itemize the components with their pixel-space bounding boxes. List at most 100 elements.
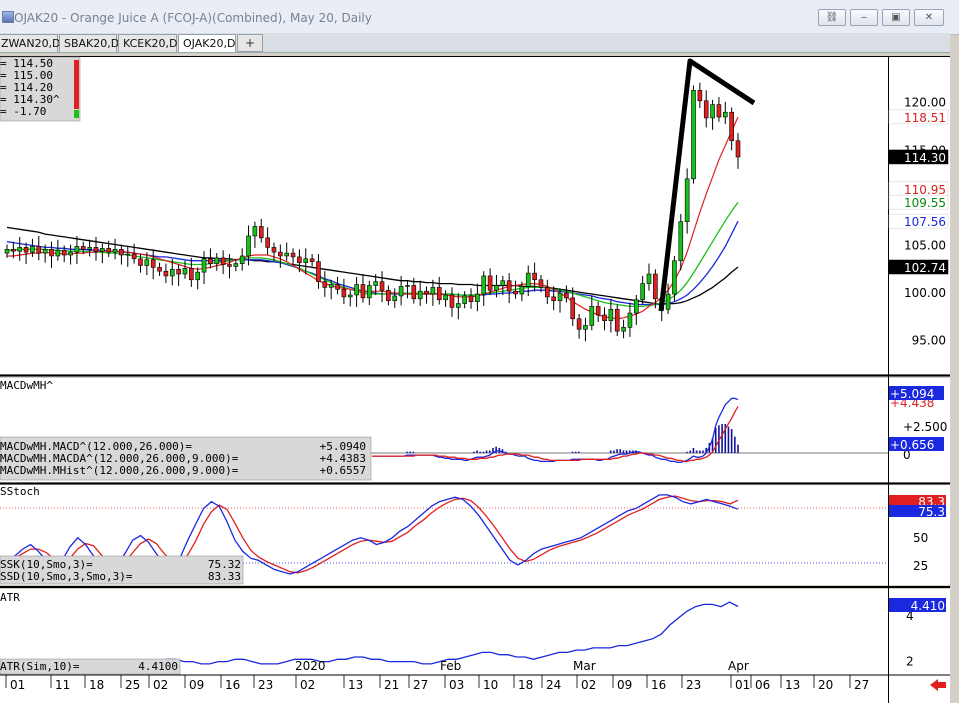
- candle-body: [500, 280, 506, 286]
- candle-body: [538, 279, 544, 288]
- atr-badge-label: 4.410: [911, 599, 945, 613]
- mhist-legend-label: MACDwMH.MHist^(12.000,26.000,9.000)=: [0, 464, 239, 477]
- candle-body: [106, 248, 112, 253]
- time-tick-label: 20: [818, 678, 833, 692]
- candle-body: [195, 271, 200, 281]
- candle-body: [144, 259, 150, 266]
- month-label: Mar: [573, 659, 596, 673]
- candle-body: [576, 318, 582, 330]
- atr-tick-label: 2: [906, 655, 914, 669]
- add-tab-button[interactable]: +: [237, 34, 263, 52]
- candle-body: [163, 270, 169, 277]
- time-tick-label: 27: [854, 678, 869, 692]
- candle-body: [627, 312, 633, 328]
- candle-body: [411, 285, 417, 300]
- price-badge-label: 109.55: [904, 196, 946, 210]
- stoch-tick-label: 25: [913, 559, 928, 573]
- time-tick-label: 18: [89, 678, 104, 692]
- candle-body: [119, 248, 124, 256]
- time-tick-label: 21: [384, 678, 399, 692]
- candle-body: [475, 293, 480, 302]
- candle-body: [633, 299, 639, 314]
- minimize-icon[interactable]: ‒: [850, 9, 878, 26]
- stoch-panel-title: SStoch: [0, 485, 40, 498]
- chart-window: OJAK20 - Orange Juice A (FCOJ-A)(Combine…: [0, 0, 959, 703]
- candle-body: [335, 284, 340, 290]
- month-label: Apr: [728, 659, 749, 673]
- tab-sbak20[interactable]: SBAK20,D: [59, 34, 119, 52]
- app-icon: [2, 11, 14, 23]
- candle-body: [545, 287, 550, 298]
- month-label: 2020: [295, 659, 326, 673]
- time-tick-label: 09: [189, 678, 204, 692]
- tab-zwan20[interactable]: ZWAN20,D: [0, 34, 61, 52]
- candle-body: [494, 285, 499, 291]
- time-tick-label: 02: [581, 678, 596, 692]
- candle-body: [341, 288, 347, 298]
- candle-body: [608, 308, 614, 321]
- candle-body: [697, 90, 703, 102]
- price-tick-label: 95.00: [912, 334, 946, 348]
- candle-body: [303, 258, 309, 263]
- candle-body: [672, 260, 677, 295]
- candle-body: [640, 283, 645, 301]
- scroll-right-arrow-shaft[interactable]: [937, 682, 946, 688]
- candle-body: [214, 257, 220, 264]
- atr-legend-label: ATR(Sim,10)=: [0, 660, 80, 673]
- candle-body: [208, 258, 213, 264]
- candle-body: [290, 252, 296, 258]
- candle-body: [678, 221, 684, 262]
- candle-body: [583, 325, 588, 330]
- candle-body: [468, 295, 474, 302]
- candle-body: [513, 290, 518, 295]
- month-label: Feb: [440, 659, 461, 673]
- price-badge-label: 107.56: [904, 215, 946, 229]
- candle-body: [691, 90, 696, 180]
- candle-body: [322, 281, 328, 288]
- candle-body: [710, 104, 715, 119]
- candle-body: [722, 111, 728, 118]
- candle-body: [265, 237, 270, 248]
- candle-body: [398, 286, 404, 297]
- candle-body: [367, 285, 372, 299]
- candle-body: [405, 285, 410, 287]
- candle-body: [621, 327, 626, 332]
- time-tick-label: 01: [735, 678, 750, 692]
- time-tick-label: 13: [785, 678, 800, 692]
- atr-legend-value: 4.4100: [138, 660, 178, 673]
- ohlc-box: = 114.50 = 115.00 = 114.20 = 114.30^ = -…: [0, 56, 81, 122]
- close-icon[interactable]: ✕: [914, 9, 944, 26]
- candle-body: [646, 273, 652, 284]
- candle-body: [328, 284, 334, 288]
- candle-body: [68, 251, 73, 256]
- macd-tick-label: +2.500: [903, 420, 947, 434]
- candle-body: [716, 104, 722, 118]
- price-tick-label: 100.00: [904, 286, 946, 300]
- candle-body: [176, 268, 181, 275]
- candle-body: [4, 248, 10, 254]
- window-title: OJAK20 - Orange Juice A (FCOJ-A)(Combine…: [14, 11, 372, 25]
- candle-body: [227, 264, 232, 267]
- candle-body: [462, 295, 467, 304]
- price-badge-label: 102.74: [904, 261, 946, 275]
- candle-body: [653, 273, 658, 300]
- price-tick-label: 105.00: [904, 238, 946, 252]
- candle-body: [112, 248, 118, 253]
- time-tick-label: 23: [258, 678, 273, 692]
- tab-kcek20[interactable]: KCEK20,D: [118, 34, 177, 52]
- price-panel[interactable]: [0, 57, 888, 374]
- candle-body: [239, 255, 245, 264]
- link-icon[interactable]: ⛓: [818, 9, 846, 26]
- time-tick-label: 24: [546, 678, 561, 692]
- mhist-legend-value: +0.6557: [320, 464, 366, 477]
- stoch-badge-label: 75.3: [918, 505, 945, 519]
- tab-ojak20[interactable]: OJAK20,D: [178, 34, 236, 52]
- macd-legend: MACDwMH.MACD^(12.000,26.000)= +5.0940 MA…: [0, 436, 372, 481]
- restore-icon[interactable]: ▣: [882, 9, 910, 26]
- candle-body: [449, 294, 455, 308]
- candle-body: [703, 100, 709, 119]
- candle-body: [487, 275, 493, 291]
- candle-body: [360, 284, 366, 299]
- candle-body: [233, 263, 239, 267]
- chart-area[interactable]: 120.00115.00105.00100.0095.00118.51114.3…: [0, 53, 950, 703]
